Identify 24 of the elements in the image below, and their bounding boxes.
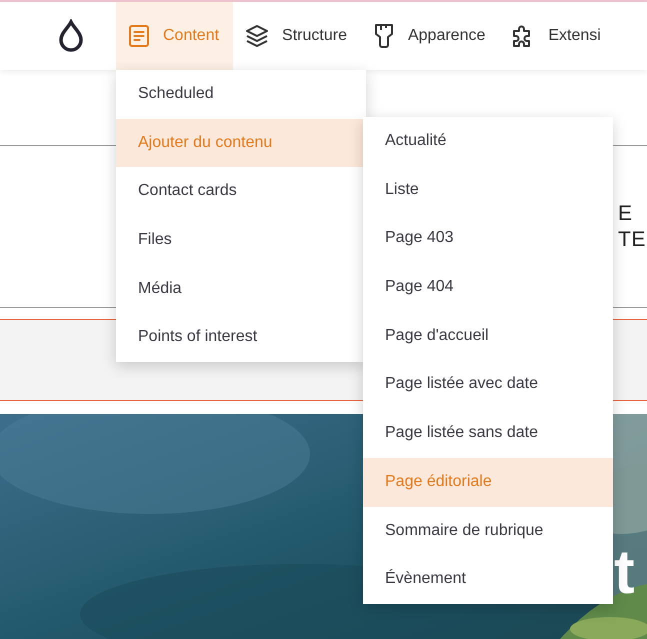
menu-item[interactable]: Page 404 [363, 263, 613, 312]
menu-item[interactable]: Page d'accueil [363, 312, 613, 360]
hero-title: t [614, 542, 635, 604]
brush-icon [372, 23, 395, 49]
heading-text: TE [618, 226, 647, 252]
menu-item[interactable]: Actualité [363, 117, 613, 166]
heading-text: E [618, 200, 634, 226]
layers-icon [245, 24, 270, 48]
menu-item[interactable]: Évènement [363, 555, 613, 604]
menu-item[interactable]: Liste [363, 166, 613, 214]
toolbar-tab[interactable]: Extensi [499, 2, 615, 70]
menu-item[interactable]: Média [116, 264, 366, 314]
menu-item[interactable]: Contact cards [116, 167, 366, 216]
toolbar-tab[interactable]: Structure [233, 2, 361, 70]
menu-item[interactable]: Page listée sans date [363, 409, 613, 458]
menu-item[interactable]: Files [116, 216, 366, 265]
menu-item[interactable]: Scheduled [116, 70, 366, 119]
menu-item[interactable]: Page 403 [363, 214, 613, 264]
document-icon [128, 24, 150, 48]
drop-logo-icon[interactable] [57, 19, 85, 53]
menu-item[interactable]: Points of interest [116, 313, 366, 362]
toolbar-tab[interactable]: Apparence [360, 2, 500, 70]
menu-item[interactable]: Page listée avec date [363, 360, 613, 410]
menu-item[interactable]: Sommaire de rubrique [363, 506, 613, 556]
